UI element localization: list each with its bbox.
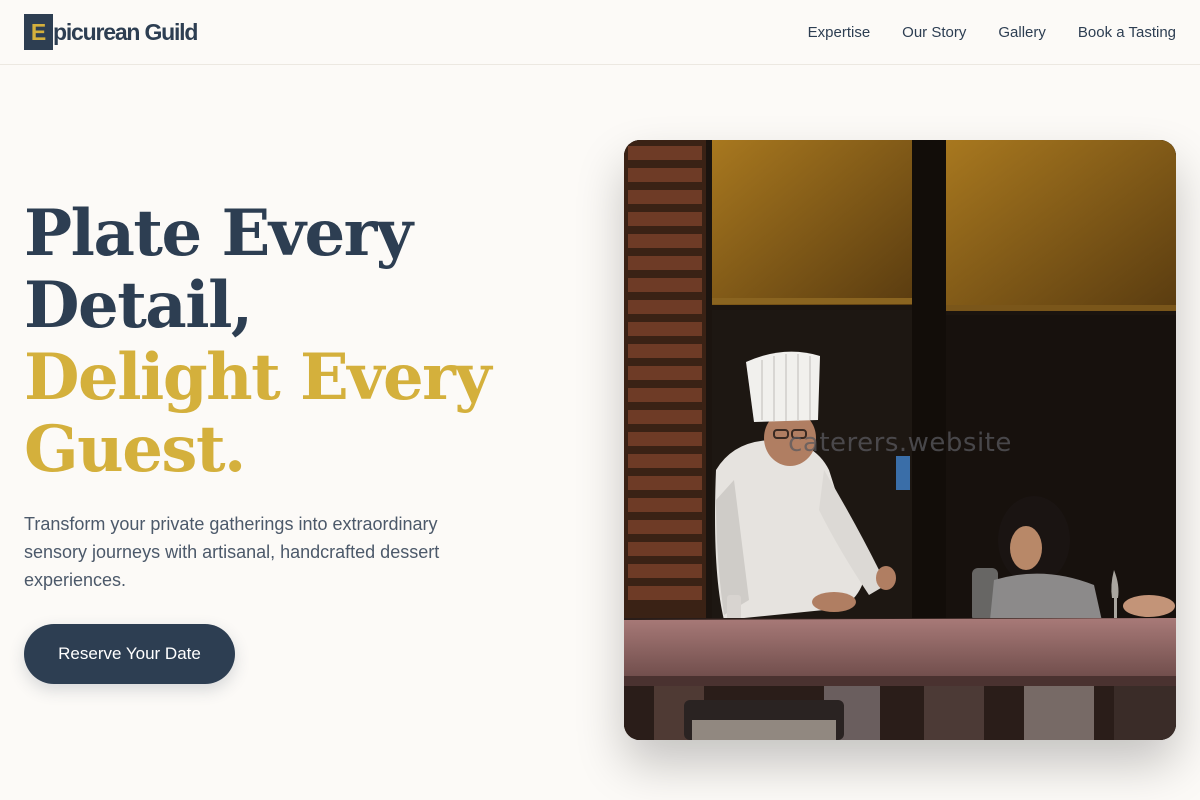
hero-title-line: Detail,: [24, 268, 253, 343]
main-nav: Expertise Our Story Gallery Book a Tasti…: [808, 0, 1176, 64]
nav-link-our-story[interactable]: Our Story: [902, 24, 966, 41]
nav-link-gallery[interactable]: Gallery: [998, 24, 1046, 41]
image-watermark: caterers.website: [788, 428, 1012, 458]
hero-title-highlight: Delight Every: [24, 340, 492, 415]
nav-link-book-tasting[interactable]: Book a Tasting: [1078, 24, 1176, 41]
site-header: E picurean Guild Expertise Our Story Gal…: [0, 0, 1200, 65]
brand-logo[interactable]: E picurean Guild: [24, 14, 198, 50]
reserve-date-button[interactable]: Reserve Your Date: [24, 624, 235, 684]
hero-image: caterers.website: [624, 140, 1176, 740]
hero-title-highlight: Guest.: [24, 412, 246, 487]
hero-title-line: Plate Every: [24, 196, 413, 271]
nav-link-expertise[interactable]: Expertise: [808, 24, 871, 41]
logo-mark: E: [24, 14, 53, 50]
brand-name: picurean Guild: [53, 18, 198, 45]
hero-title: Plate Every Detail, Delight Every Guest.: [24, 198, 564, 486]
hero-subtitle: Transform your private gatherings into e…: [24, 514, 440, 590]
